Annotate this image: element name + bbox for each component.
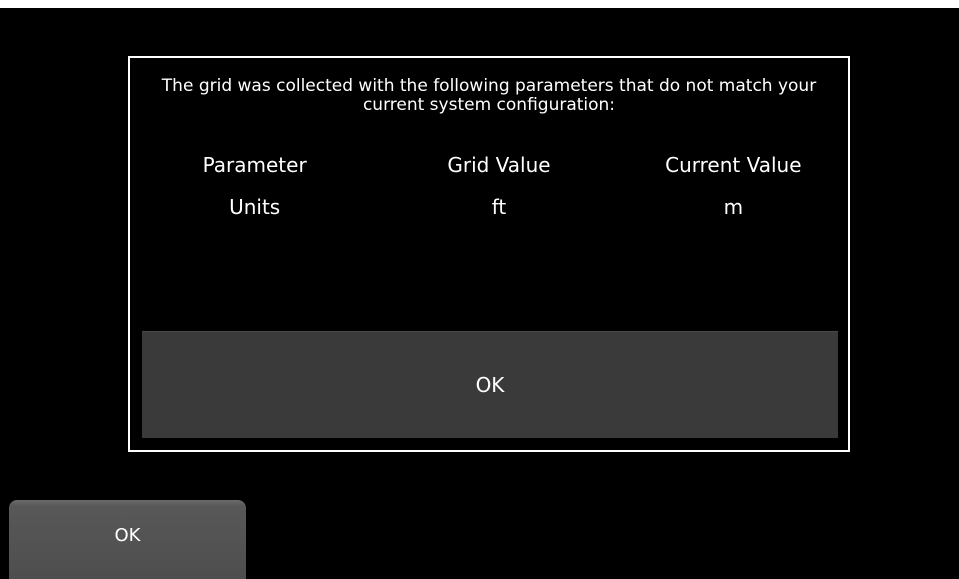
- dialog-message: The grid was collected with the followin…: [161, 76, 817, 115]
- background-ok-button[interactable]: OK: [9, 500, 246, 579]
- parameter-table: Parameter Grid Value Current Value Units…: [130, 144, 848, 228]
- screen: OK The grid was collected with the follo…: [0, 0, 959, 579]
- table-header-row: Parameter Grid Value Current Value: [130, 144, 848, 186]
- header-grid-value: Grid Value: [447, 153, 551, 177]
- header-parameter: Parameter: [202, 153, 307, 177]
- cell-parameter: Units: [229, 195, 281, 219]
- cell-current-value: m: [723, 195, 744, 219]
- parameter-mismatch-dialog: The grid was collected with the followin…: [128, 56, 850, 452]
- dialog-ok-button[interactable]: OK: [142, 331, 838, 438]
- table-row: Units ft m: [130, 186, 848, 228]
- header-current-value: Current Value: [665, 153, 802, 177]
- top-strip: [0, 0, 959, 8]
- cell-grid-value: ft: [491, 195, 507, 219]
